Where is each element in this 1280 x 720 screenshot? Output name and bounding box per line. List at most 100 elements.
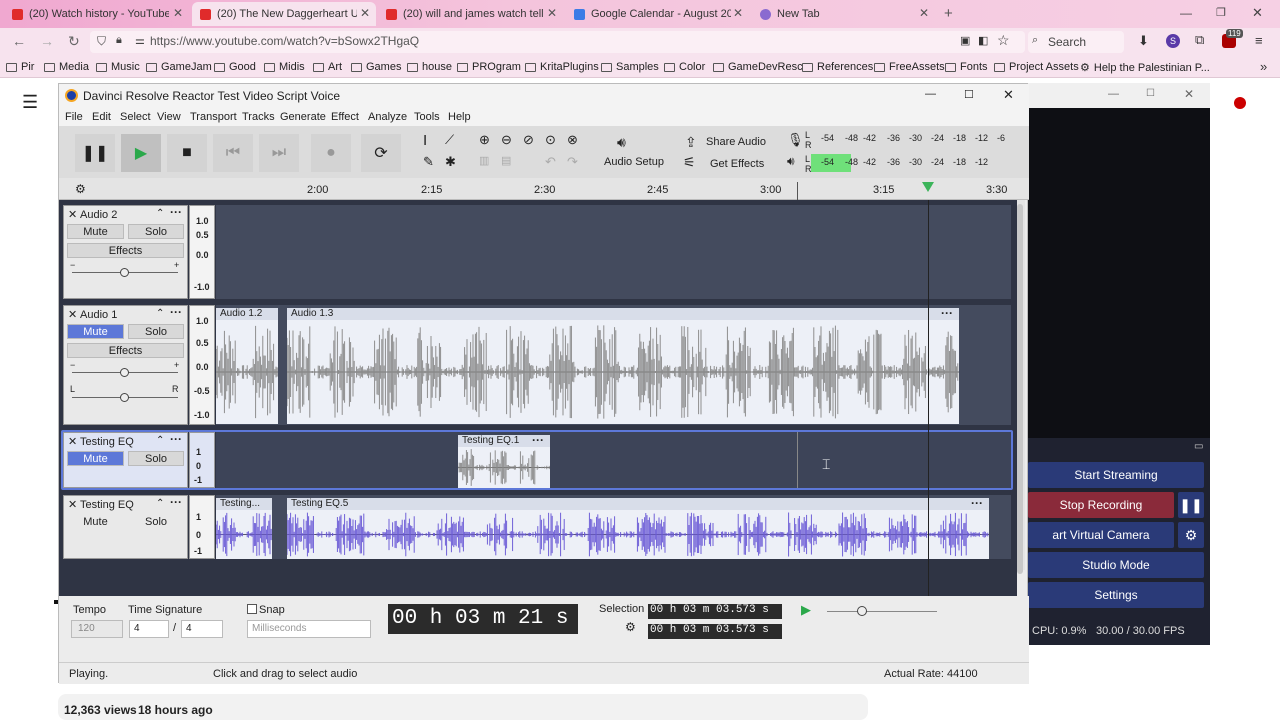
snap-unit-dropdown[interactable]: Milliseconds [247,620,371,638]
menu-tools[interactable]: Tools [414,111,440,123]
solo-button[interactable]: Solo [128,224,184,239]
pip-icon[interactable]: ◧ [978,34,988,47]
track-lane[interactable] [216,205,1011,299]
bookmark-item[interactable]: Art [313,61,342,73]
zoom-toggle-icon[interactable]: ⊗ [567,132,578,148]
scrollbar-thumb[interactable] [1017,204,1023,574]
new-tab-button[interactable]: + [944,5,953,22]
stop-button[interactable]: ■ [167,134,207,172]
track-menu-icon[interactable]: ··· [170,495,182,509]
close-track-icon[interactable]: ✕ [68,498,77,511]
track-name[interactable]: Audio 2 [80,209,117,221]
close-tab-icon[interactable]: ✕ [173,6,183,20]
bookmark-item[interactable]: PROgram [457,61,521,73]
time-sig-denominator[interactable]: 4 [181,620,223,638]
bookmark-item[interactable]: FreeAssets [874,61,945,73]
menu-transport[interactable]: Transport [190,111,237,123]
reload-icon[interactable]: ↻ [68,33,80,50]
gear-icon[interactable]: ⚙ [1178,522,1204,548]
lock-icon[interactable]: 🔒︎ [116,34,122,47]
selection-tool-icon[interactable]: I [423,132,427,149]
playback-meter-icon[interactable]: 🔊︎ [787,154,795,169]
menu-view[interactable]: View [157,111,181,123]
mute-button[interactable]: Mute [67,324,124,339]
mute-button[interactable]: Mute [67,514,124,529]
audio-clip[interactable]: Testing... [216,498,272,559]
silence-icon[interactable]: ▤ [501,154,511,167]
zoom-out-icon[interactable]: ⊖ [501,132,512,148]
collapse-icon[interactable]: ⌃ [156,498,164,509]
envelope-tool-icon[interactable]: ⟋ [445,132,454,148]
maximize-icon[interactable]: ☐ [964,88,974,101]
bookmark-item[interactable]: Project Assets [994,61,1079,73]
bookmark-item[interactable]: Samples [601,61,659,73]
video-description-box[interactable]: 12,363 views 18 hours ago [58,694,868,720]
minimize-icon[interactable]: — [925,88,936,100]
multi-tool-icon[interactable]: ✱ [445,154,456,170]
track-control-panel[interactable]: ✕ Testing EQ ⌃ ··· Mute Solo [63,495,188,559]
hamburger-menu-icon[interactable]: ☰ [22,92,38,113]
bookmark-item[interactable]: GameJam [146,61,212,73]
menu-icon[interactable]: ≡ [1255,33,1263,48]
minimize-icon[interactable]: — [1180,6,1192,20]
bookmark-item[interactable]: Fonts [945,61,988,73]
audio-clip[interactable]: Audio 1.3 ··· [287,306,959,424]
collapse-icon[interactable]: ⌃ [156,208,164,219]
audio-clip[interactable]: Testing EQ.1 ··· [458,433,550,488]
permissions-icon[interactable]: ⚌ [135,34,145,47]
time-sig-numerator[interactable]: 4 [129,620,169,638]
loop-button[interactable]: ⟳ [361,134,401,172]
bookmark-item[interactable]: Media [44,61,89,73]
selection-settings-icon[interactable]: ⚙ [625,620,636,634]
undo-icon[interactable]: ↶ [545,154,556,170]
solo-button[interactable]: Solo [128,451,184,466]
browser-tab[interactable]: (20) will and james watch telly ✕ [378,2,563,26]
reader-view-icon[interactable]: ▣ [960,34,970,47]
clip-title[interactable]: Testing... [216,498,272,510]
zoom-in-icon[interactable]: ⊕ [479,132,490,148]
playhead-icon[interactable] [922,182,934,192]
selection-end-field[interactable]: 00 h 03 m 03.573 s [648,624,782,639]
audio-setup-label[interactable]: Audio Setup [604,156,664,168]
track-control-panel[interactable]: ✕ Audio 2 ⌃ ··· Mute Solo Effects − + [63,205,188,299]
bookmark-item[interactable]: Games [351,61,401,73]
microphone-icon[interactable]: 🎙︎ [787,132,804,148]
profile-avatar[interactable]: S [1166,34,1180,48]
audio-clip[interactable]: Audio 1.2 [216,308,278,424]
share-icon[interactable]: ⇪ [685,134,697,151]
pause-recording-button[interactable]: ❚❚ [1178,492,1204,518]
dock-icon[interactable]: ▭ [1194,441,1203,452]
obs-minimize-icon[interactable]: — [1108,88,1119,100]
bookmark-star-icon[interactable]: ☆ [997,32,1010,49]
gain-slider-thumb[interactable] [120,368,129,377]
settings-button[interactable]: Settings [1028,582,1204,608]
close-track-icon[interactable]: ✕ [68,308,77,321]
close-track-icon[interactable]: ✕ [68,208,77,221]
bookmark-item[interactable]: ⚙ Help the Palestinian P... [1080,61,1210,75]
menu-select[interactable]: Select [120,111,151,123]
bookmark-item[interactable]: Pir [6,61,34,73]
browser-tab[interactable]: (20) Watch history - YouTube ✕ [4,2,189,26]
selection-start-field[interactable]: 00 h 03 m 03.573 s [648,604,782,619]
menu-effect[interactable]: Effect [331,111,359,123]
search-box[interactable]: ⌕ Search [1028,31,1124,53]
shield-icon[interactable]: ⛉ [97,34,106,49]
pan-slider-thumb[interactable] [120,393,129,402]
trim-icon[interactable]: ▥ [479,154,489,167]
menu-help[interactable]: Help [448,111,471,123]
bookmark-item[interactable]: KritaPlugins [525,61,599,73]
track-menu-icon[interactable]: ··· [170,305,182,319]
play-speed-slider-track[interactable] [827,611,937,612]
close-track-icon[interactable]: ✕ [68,435,77,448]
time-display[interactable]: 00 h 03 m 21 s [388,604,578,634]
record-meter[interactable]: L R -54 -48 -42 -36 -30 -24 -18 -12 -6 [805,130,1011,150]
clip-menu-icon[interactable]: ··· [532,433,544,447]
solo-button[interactable]: Solo [128,324,184,339]
track-control-panel[interactable]: ✕ Audio 1 ⌃ ··· Mute Solo Effects − + L … [63,305,188,425]
collapse-icon[interactable]: ⌃ [156,435,164,446]
pause-button[interactable]: ❚❚ [75,134,115,172]
close-tab-icon[interactable]: ✕ [360,6,370,20]
fit-selection-icon[interactable]: ⊘ [523,132,534,148]
start-streaming-button[interactable]: Start Streaming [1028,462,1204,488]
menu-generate[interactable]: Generate [280,111,326,123]
